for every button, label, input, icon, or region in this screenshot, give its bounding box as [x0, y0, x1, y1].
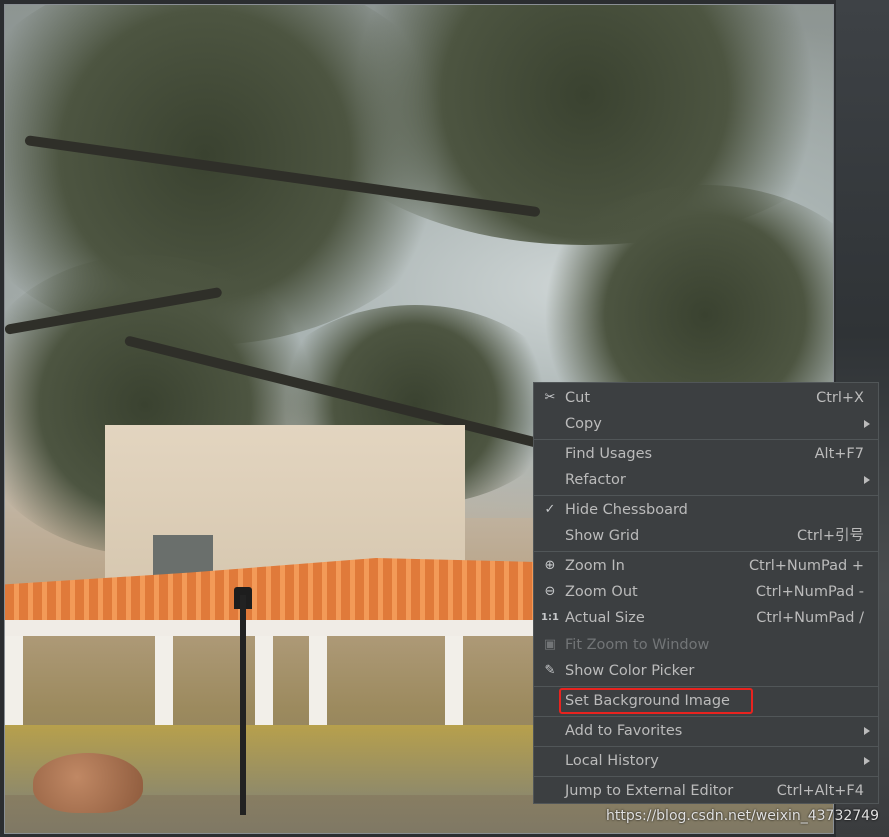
menu-item-label: Copy: [565, 416, 602, 432]
rock: [33, 753, 143, 813]
submenu-arrow-icon: [864, 727, 870, 735]
menu-item-local-history[interactable]: Local History: [534, 748, 878, 774]
roof-band: [5, 620, 535, 636]
menu-separator: [534, 776, 878, 777]
menu-item-zoom-in[interactable]: ⊕ Zoom In Ctrl+NumPad +: [534, 553, 878, 579]
actual-size-icon: 1:1: [541, 612, 559, 623]
menu-item-label: Find Usages: [565, 446, 653, 462]
menu-item-jump-to-external-editor[interactable]: Jump to External Editor Ctrl+Alt+F4: [534, 778, 878, 804]
menu-item-copy[interactable]: Copy: [534, 411, 878, 437]
corridor-roof: [5, 558, 535, 624]
menu-item-shortcut: Ctrl+NumPad +: [748, 558, 864, 574]
annotation-highlight-box: [559, 688, 753, 714]
submenu-arrow-icon: [864, 420, 870, 428]
menu-item-label: Fit Zoom to Window: [565, 637, 710, 653]
menu-item-label: Actual Size: [565, 610, 645, 626]
menu-separator: [534, 716, 878, 717]
menu-item-actual-size[interactable]: 1:1 Actual Size Ctrl+NumPad /: [534, 605, 878, 631]
menu-item-add-to-favorites[interactable]: Add to Favorites: [534, 718, 878, 744]
submenu-arrow-icon: [864, 757, 870, 765]
street-lamp: [240, 595, 246, 815]
menu-item-find-usages[interactable]: Find Usages Alt+F7: [534, 441, 878, 467]
menu-item-shortcut: Ctrl+Alt+F4: [776, 783, 864, 799]
menu-item-fit-zoom-to-window: ▣ Fit Zoom to Window: [534, 632, 878, 658]
menu-item-label: Refactor: [565, 472, 626, 488]
menu-separator: [534, 551, 878, 552]
menu-separator: [534, 495, 878, 496]
menu-item-refactor[interactable]: Refactor: [534, 467, 878, 493]
menu-item-show-color-picker[interactable]: ✎ Show Color Picker: [534, 658, 878, 684]
eyedropper-icon: ✎: [544, 663, 556, 678]
zoom-in-icon: ⊕: [544, 558, 556, 573]
menu-item-zoom-out[interactable]: ⊖ Zoom Out Ctrl+NumPad -: [534, 579, 878, 605]
check-icon: ✓: [544, 502, 556, 517]
menu-item-shortcut: Ctrl+NumPad /: [756, 610, 864, 626]
menu-item-shortcut: Ctrl+引号: [797, 528, 864, 544]
menu-separator: [534, 746, 878, 747]
menu-item-cut[interactable]: ✂ Cut Ctrl+X: [534, 385, 878, 411]
menu-item-show-grid[interactable]: Show Grid Ctrl+引号: [534, 523, 878, 549]
submenu-arrow-icon: [864, 476, 870, 484]
menu-item-label: Cut: [565, 390, 590, 406]
zoom-out-icon: ⊖: [544, 584, 556, 599]
menu-item-shortcut: Ctrl+NumPad -: [755, 584, 864, 600]
menu-item-shortcut: Ctrl+X: [816, 390, 864, 406]
menu-item-label: Hide Chessboard: [565, 502, 688, 518]
menu-item-label: Zoom Out: [565, 584, 638, 600]
context-menu: ✂ Cut Ctrl+X Copy Find Usages Alt+F7 Ref…: [533, 382, 879, 804]
menu-item-label: Local History: [565, 753, 659, 769]
menu-item-hide-chessboard[interactable]: ✓ Hide Chessboard: [534, 497, 878, 523]
menu-separator: [534, 686, 878, 687]
menu-item-label: Jump to External Editor: [565, 783, 734, 799]
menu-item-label: Show Color Picker: [565, 663, 695, 679]
menu-item-label: Show Grid: [565, 528, 640, 544]
scissors-icon: ✂: [544, 390, 556, 405]
fit-zoom-icon: ▣: [543, 637, 557, 652]
menu-item-label: Add to Favorites: [565, 723, 683, 739]
menu-item-label: Zoom In: [565, 558, 625, 574]
watermark-text: https://blog.csdn.net/weixin_43732749: [605, 808, 879, 824]
menu-item-shortcut: Alt+F7: [814, 446, 864, 462]
menu-separator: [534, 439, 878, 440]
